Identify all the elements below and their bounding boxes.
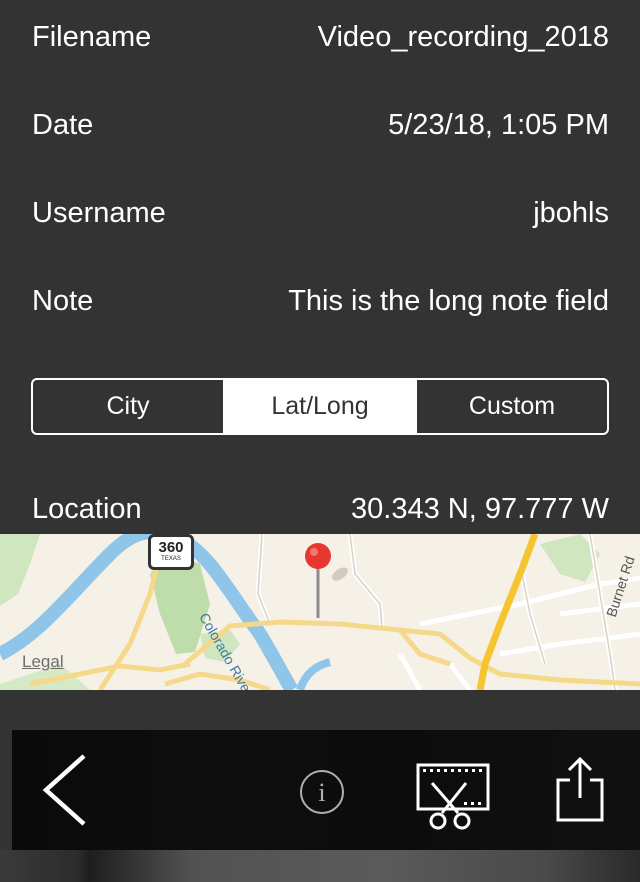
- highway-shield-number: 360: [158, 539, 184, 556]
- share-button[interactable]: [550, 755, 610, 825]
- location-label: Location: [32, 492, 142, 525]
- segment-custom[interactable]: Custom: [415, 380, 607, 433]
- username-label: Username: [32, 196, 166, 229]
- username-value: jbohls: [533, 196, 609, 229]
- segment-lat-long[interactable]: Lat/Long: [223, 380, 415, 433]
- location-pin-icon: [305, 543, 331, 618]
- username-row: Username jbohls: [32, 193, 609, 233]
- location-map[interactable]: 360 TEXAS Colorado River Burnet Rd Legal: [0, 534, 640, 690]
- chevron-left-icon: [42, 754, 86, 826]
- map-legal-link[interactable]: Legal: [22, 652, 64, 672]
- note-label: Note: [32, 284, 94, 317]
- filename-value[interactable]: Video_recording_2018: [318, 21, 609, 54]
- info-button[interactable]: i: [296, 766, 348, 818]
- back-button[interactable]: [28, 750, 104, 830]
- date-row: Date 5/23/18, 1:05 PM: [32, 105, 609, 145]
- segment-city[interactable]: City: [33, 380, 223, 433]
- date-label: Date: [32, 108, 94, 141]
- location-value: 30.343 N, 97.777 W: [351, 492, 609, 525]
- video-details-screen: Filename Video_recording_2018 Date 5/23/…: [0, 0, 640, 882]
- date-value: 5/23/18, 1:05 PM: [388, 108, 609, 141]
- note-row: Note This is the long note field: [32, 281, 609, 321]
- trim-video-button[interactable]: [410, 760, 494, 832]
- highway-shield-state: TEXAS: [161, 556, 181, 562]
- toolbar-left-edge: [0, 730, 12, 850]
- highway-360-shield: 360 TEXAS: [148, 534, 194, 570]
- video-preview-strip: [0, 850, 640, 882]
- map-bottom-gap: [0, 690, 640, 730]
- share-icon: [556, 756, 604, 822]
- film-scissors-icon: [416, 763, 490, 830]
- location-format-segmented-control: City Lat/Long Custom: [31, 378, 609, 435]
- filename-row: Filename Video_recording_2018: [32, 17, 609, 57]
- location-row: Location 30.343 N, 97.777 W: [32, 489, 609, 529]
- filename-label: Filename: [32, 20, 152, 53]
- svg-text:i: i: [318, 778, 325, 807]
- info-icon: i: [300, 770, 344, 814]
- note-value[interactable]: This is the long note field: [288, 285, 609, 318]
